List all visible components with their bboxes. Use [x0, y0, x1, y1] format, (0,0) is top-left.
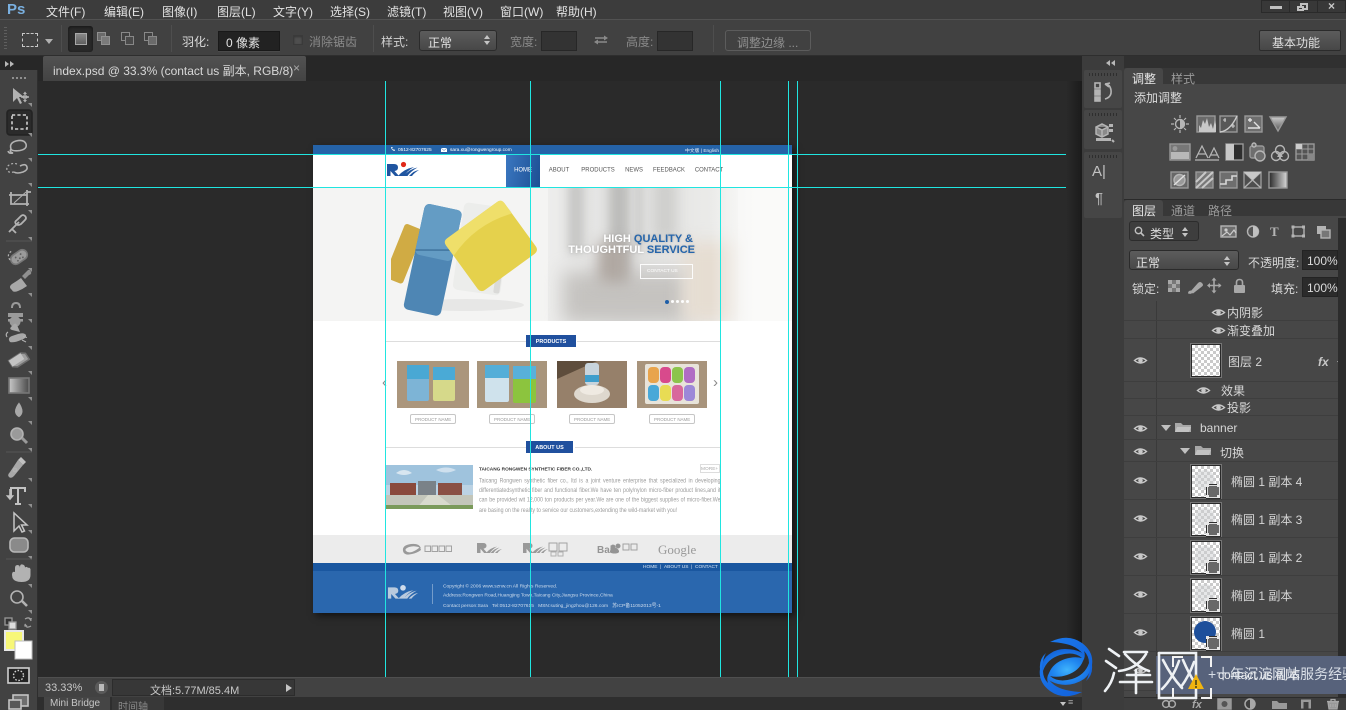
svg-text:T: T [1270, 224, 1279, 239]
svg-text:Google: Google [658, 542, 697, 557]
